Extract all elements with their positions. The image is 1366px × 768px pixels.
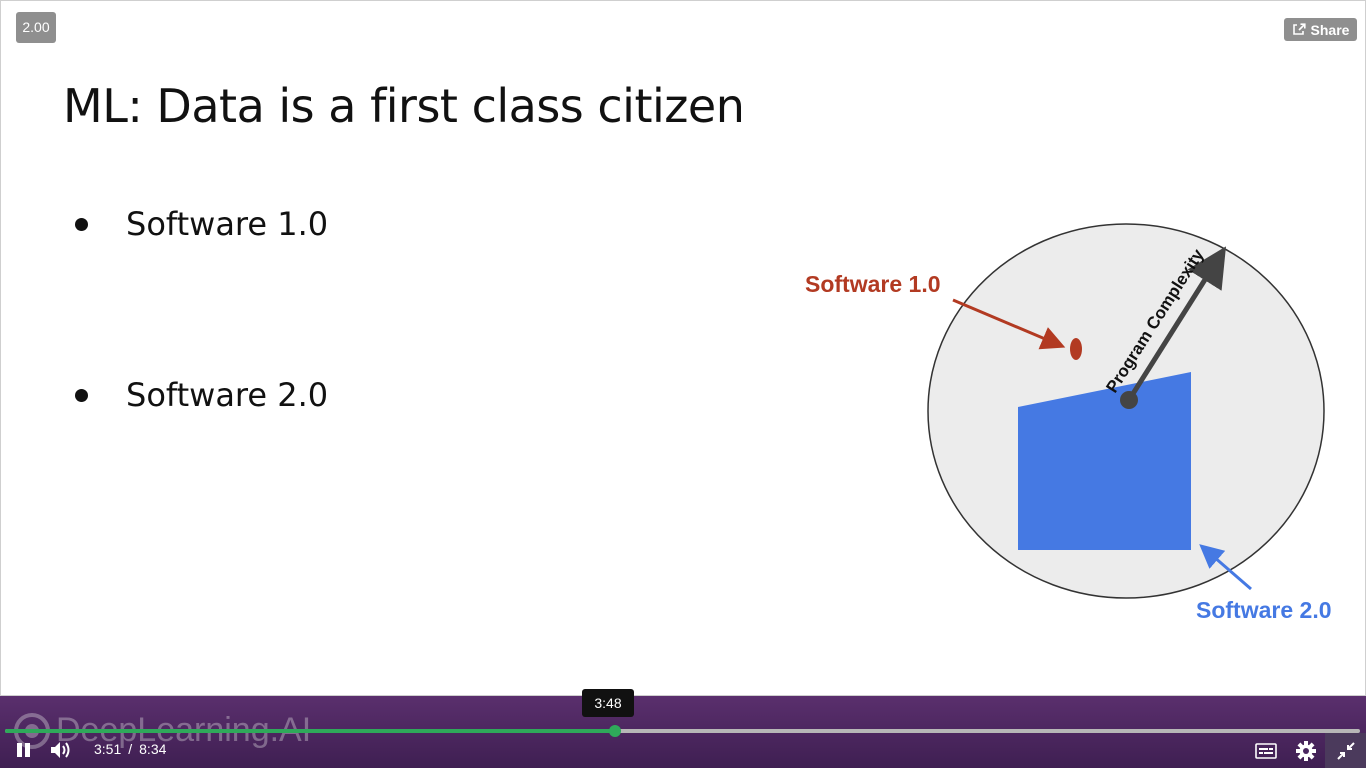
software2-label: Software 2.0 xyxy=(1196,597,1332,623)
volume-button[interactable] xyxy=(50,741,72,763)
pause-button[interactable] xyxy=(16,742,32,762)
progress-handle[interactable] xyxy=(608,725,621,737)
time-display: 3:51 / 8:34 xyxy=(94,741,166,757)
captions-button[interactable] xyxy=(1255,743,1277,763)
share-label: Share xyxy=(1310,21,1350,38)
complexity-diagram: Program Complexity Software 1.0 Software… xyxy=(805,223,1332,623)
settings-icon xyxy=(1296,741,1316,761)
bullet-item: Software 2.0 xyxy=(75,376,328,414)
settings-button[interactable] xyxy=(1296,741,1316,765)
slide-title: ML: Data is a first class citizen xyxy=(63,79,745,133)
progress-bar[interactable] xyxy=(5,725,1360,737)
player-control-bar: DeepLearning.AI 3:51/8:34 xyxy=(0,696,1366,768)
duration: 8:34 xyxy=(139,741,167,757)
volume-icon xyxy=(51,742,70,758)
bullet-text: Software 2.0 xyxy=(126,376,329,414)
bullet-item: Software 1.0 xyxy=(75,205,328,243)
video-player[interactable]: 2.00 Share ML: Data is a first class cit… xyxy=(0,0,1366,768)
software1-point xyxy=(1070,338,1082,360)
progress-fill xyxy=(5,729,615,733)
share-button[interactable]: Share xyxy=(1284,18,1357,41)
playback-speed-badge[interactable]: 2.00 xyxy=(16,12,56,43)
seek-tooltip: 3:48 xyxy=(582,689,634,717)
software1-label: Software 1.0 xyxy=(805,271,941,297)
current-time: 3:51 xyxy=(94,741,122,757)
share-icon xyxy=(1292,23,1306,35)
bullet-dot xyxy=(75,388,88,402)
slide-frame: 2.00 Share ML: Data is a first class cit… xyxy=(0,0,1366,696)
origin-point xyxy=(1120,391,1138,409)
captions-icon xyxy=(1255,743,1277,759)
exit-fullscreen-button[interactable] xyxy=(1325,733,1366,768)
pause-icon xyxy=(17,743,30,757)
exit-fullscreen-icon xyxy=(1336,741,1355,760)
bullet-dot xyxy=(75,217,88,231)
time-separator: / xyxy=(128,741,133,757)
bullet-text: Software 1.0 xyxy=(126,205,329,243)
